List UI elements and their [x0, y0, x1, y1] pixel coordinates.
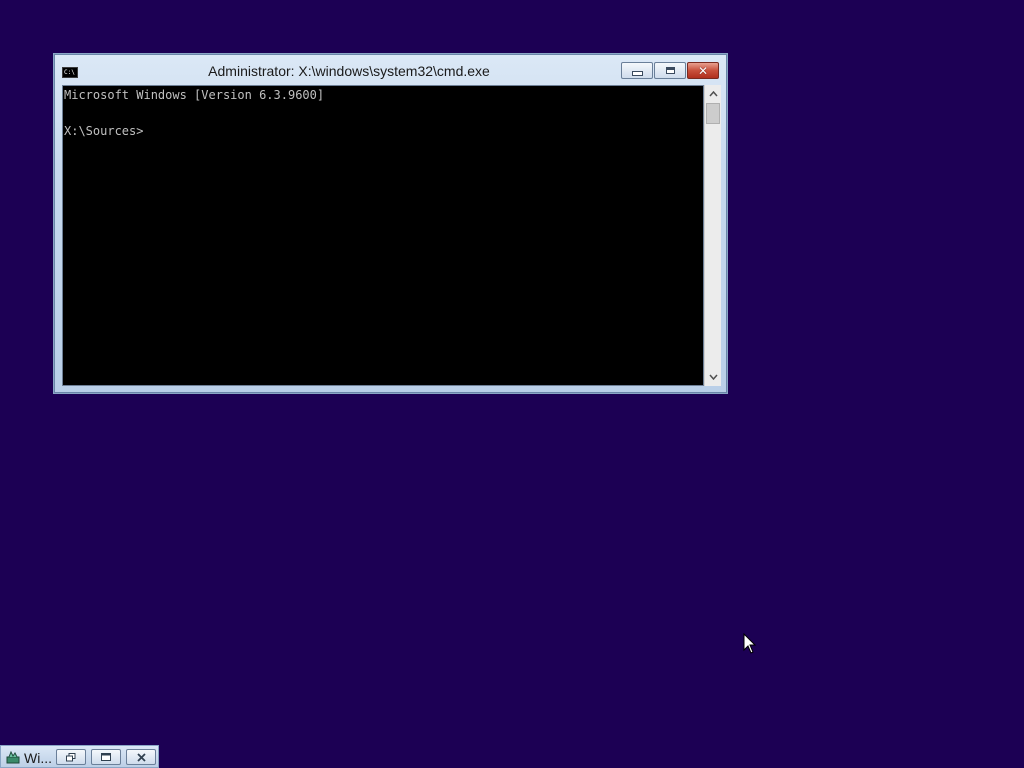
close-icon: ✕ — [697, 63, 709, 78]
setup-icon — [6, 751, 20, 764]
maximize-button[interactable] — [654, 62, 686, 79]
cmd-window[interactable]: C:\ Administrator: X:\windows\system32\c… — [53, 53, 728, 394]
window-title: Administrator: X:\windows\system32\cmd.e… — [208, 63, 490, 79]
desktop: C:\ Administrator: X:\windows\system32\c… — [0, 0, 1024, 768]
minimized-window-buttons — [56, 749, 161, 765]
vertical-scrollbar[interactable] — [704, 85, 721, 386]
minimize-button[interactable] — [621, 62, 653, 79]
restore-button[interactable] — [56, 749, 86, 765]
scroll-thumb[interactable] — [706, 103, 720, 124]
console-area[interactable]: Microsoft Windows [Version 6.3.9600] X:\… — [62, 85, 704, 386]
console-output: Microsoft Windows [Version 6.3.9600] X:\… — [64, 86, 324, 140]
close-button-mini[interactable] — [126, 749, 156, 765]
close-button[interactable]: ✕ — [687, 62, 719, 79]
title-bar[interactable]: C:\ Administrator: X:\windows\system32\c… — [54, 54, 727, 85]
close-icon — [136, 752, 146, 762]
scroll-up-icon[interactable] — [705, 86, 721, 102]
scroll-down-icon[interactable] — [705, 369, 721, 385]
minimized-setup-window[interactable]: Wi... — [0, 745, 159, 768]
console-line-version: Microsoft Windows [Version 6.3.9600] — [64, 88, 325, 102]
mouse-cursor-icon — [743, 633, 757, 654]
maximize-button-mini[interactable] — [91, 749, 121, 765]
caption-buttons: ✕ — [620, 62, 719, 80]
maximize-icon — [665, 67, 675, 74]
minimized-window-title: Wi... — [24, 750, 52, 766]
console-prompt[interactable]: X:\Sources> — [64, 124, 143, 138]
restore-icon — [66, 752, 76, 761]
minimize-icon — [631, 71, 643, 76]
maximize-icon — [101, 753, 111, 761]
